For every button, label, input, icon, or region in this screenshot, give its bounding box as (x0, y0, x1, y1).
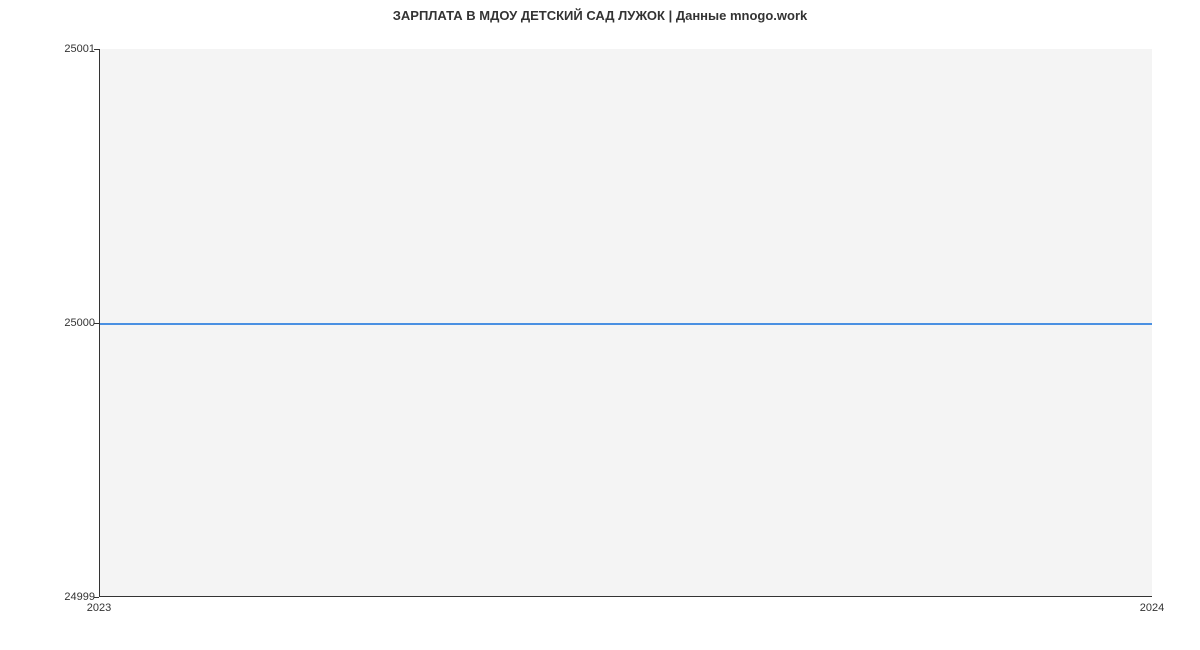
y-tick-mark (94, 323, 99, 324)
x-tick-label: 2024 (1140, 602, 1164, 614)
y-tick-label: 25001 (64, 43, 95, 55)
chart-title: ЗАРПЛАТА В МДОУ ДЕТСКИЙ САД ЛУЖОК | Данн… (0, 8, 1200, 23)
x-tick-label: 2023 (87, 602, 111, 614)
y-tick-label: 25000 (64, 317, 95, 329)
chart-plot-area (99, 49, 1152, 597)
data-line (100, 323, 1152, 325)
y-tick-mark (94, 49, 99, 50)
y-tick-mark (94, 597, 99, 598)
